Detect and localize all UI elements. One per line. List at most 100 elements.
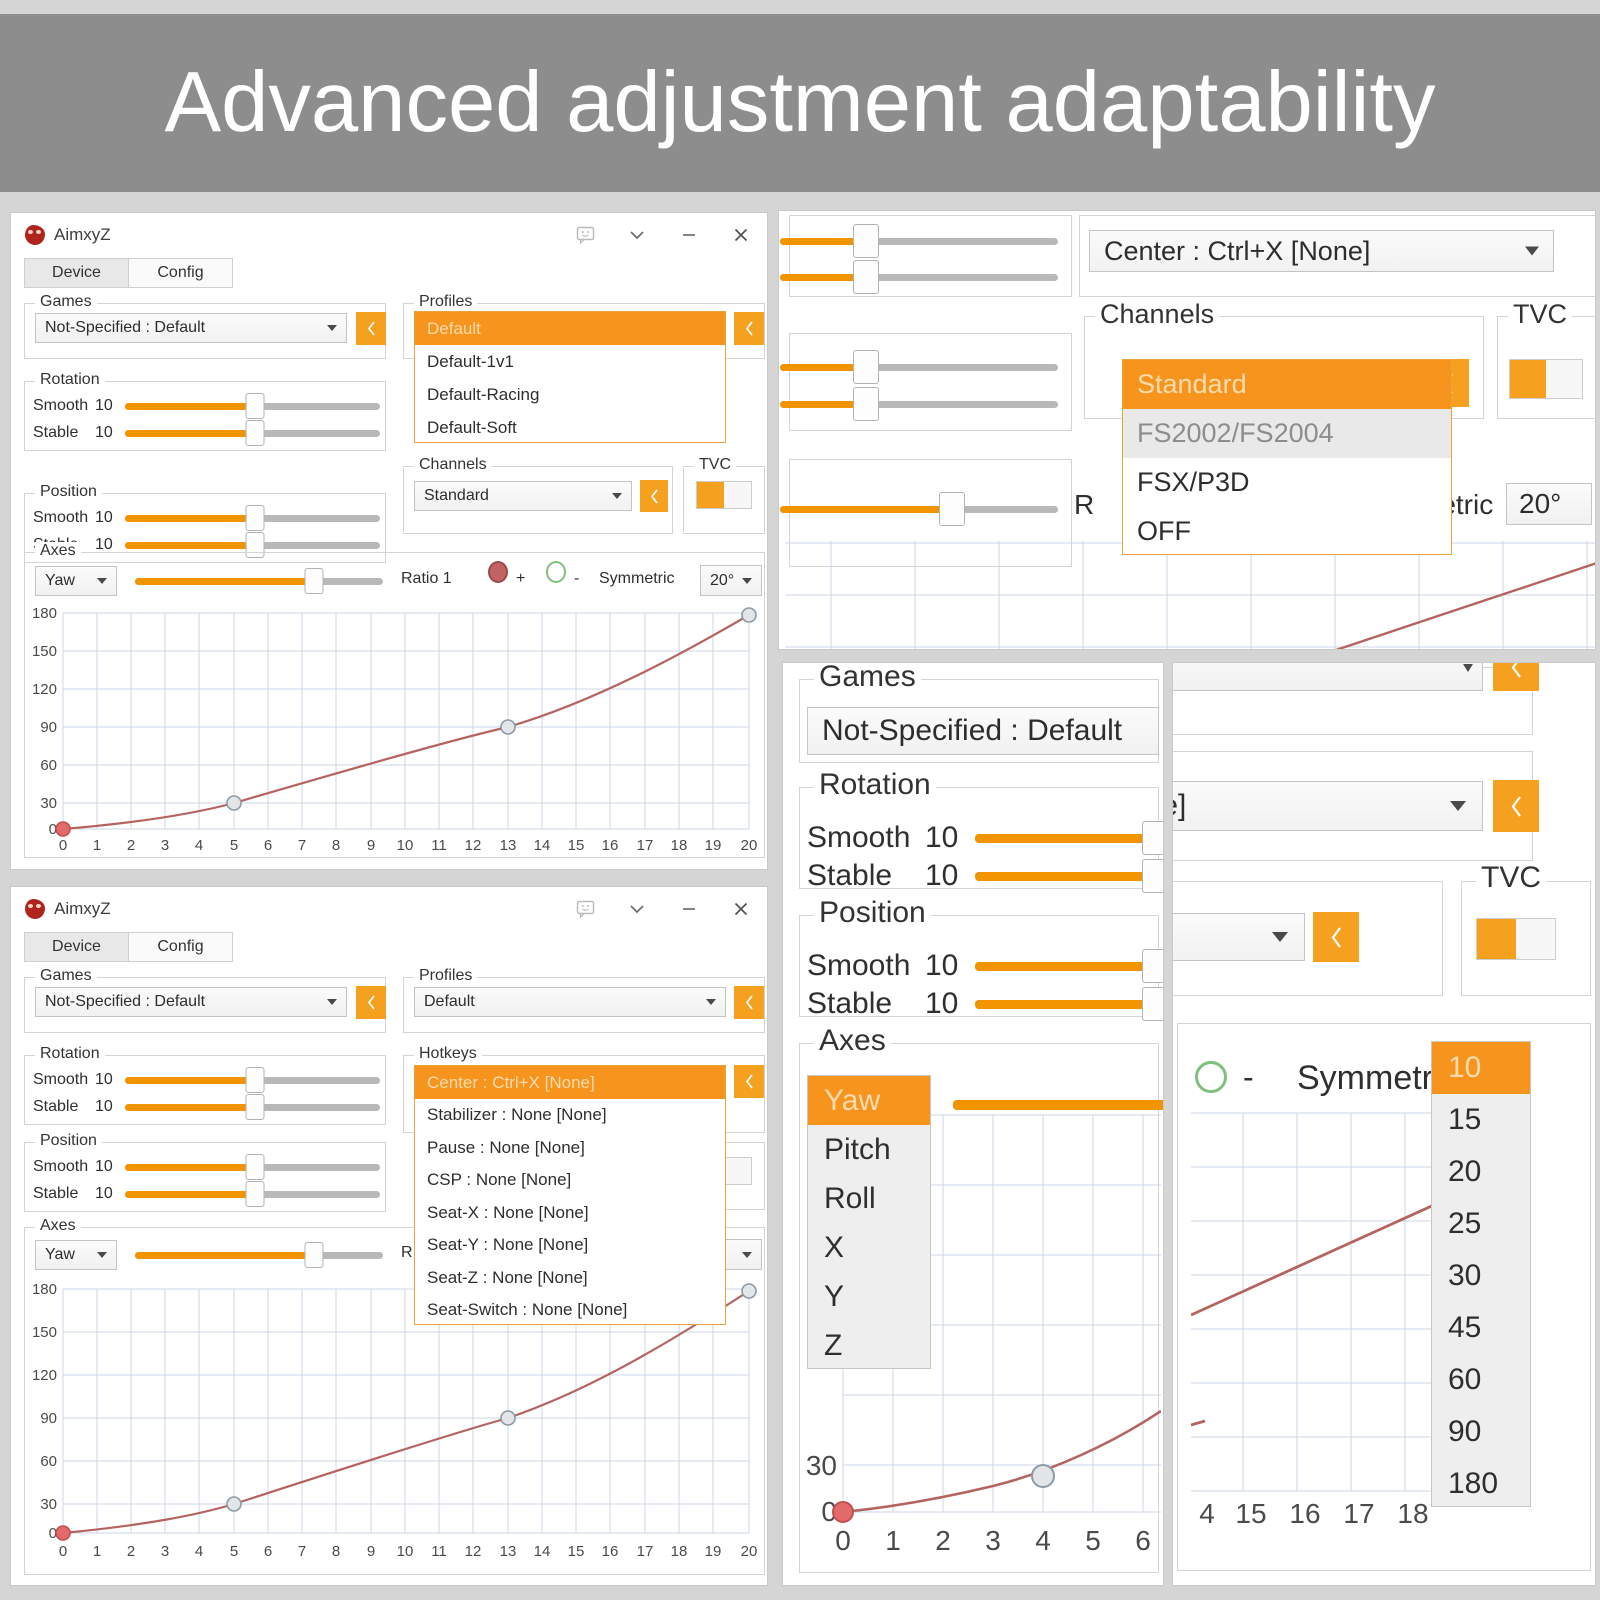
chevron-down-icon[interactable] bbox=[611, 214, 663, 256]
degree-combo[interactable]: 20° bbox=[700, 565, 762, 596]
axes-option[interactable]: Roll bbox=[808, 1174, 930, 1223]
close-icon[interactable] bbox=[715, 888, 767, 930]
hotkeys-option[interactable]: Seat-Switch : None [None] bbox=[415, 1294, 725, 1326]
axes-ratio-slider[interactable] bbox=[135, 568, 383, 594]
rotation-smooth-slider[interactable] bbox=[125, 393, 380, 419]
games-combo[interactable]: Not-Specified : Default bbox=[35, 313, 347, 343]
zoom2-rotation-stable-slider[interactable] bbox=[975, 859, 1163, 893]
channels-option[interactable]: Standard bbox=[1123, 360, 1451, 409]
hotkeys-option[interactable]: Pause : None [None] bbox=[415, 1131, 725, 1164]
tab-config[interactable]: Config bbox=[128, 932, 233, 962]
hotkeys-option[interactable]: Stabilizer : None [None] bbox=[415, 1099, 725, 1131]
zoom3-top-combo[interactable] bbox=[1173, 663, 1483, 691]
minimize-icon[interactable] bbox=[663, 214, 715, 256]
minus-ring-icon[interactable] bbox=[546, 561, 566, 583]
rotation-smooth-slider[interactable] bbox=[125, 1067, 380, 1093]
zoom3-top-prev-button[interactable] bbox=[1493, 663, 1539, 691]
zoom3-minus-ring-icon[interactable] bbox=[1195, 1061, 1227, 1093]
channels-option[interactable]: OFF bbox=[1123, 507, 1451, 556]
chevron-down-icon[interactable] bbox=[611, 888, 663, 930]
axes-ratio-slider[interactable] bbox=[135, 1242, 383, 1268]
axes-option[interactable]: Pitch bbox=[808, 1125, 930, 1174]
zoom2-position-stable-slider[interactable] bbox=[975, 987, 1163, 1021]
hotkeys-option[interactable]: Seat-Z : None [None] bbox=[415, 1261, 725, 1294]
zoom-rotation-stable-slider[interactable] bbox=[780, 260, 1058, 294]
svg-text:14: 14 bbox=[534, 1543, 551, 1560]
degree-dropdown-list[interactable]: 10 15 20 25 30 45 60 90 180 bbox=[1431, 1041, 1531, 1507]
feedback-icon[interactable] bbox=[559, 888, 611, 930]
zoom-tvc-toggle[interactable] bbox=[1509, 359, 1583, 399]
position-smooth-slider[interactable] bbox=[125, 505, 380, 531]
profiles-dropdown-list[interactable]: Default Default-1v1 Default-Racing Defau… bbox=[414, 311, 726, 443]
games-combo[interactable]: Not-Specified : Default bbox=[35, 987, 347, 1017]
zoom2-games-combo[interactable]: Not-Specified : Default bbox=[807, 707, 1159, 755]
zoom2-position-smooth-label: Smooth bbox=[807, 949, 911, 982]
hotkeys-option[interactable]: Seat-X : None [None] bbox=[415, 1196, 725, 1229]
close-icon[interactable] bbox=[715, 214, 767, 256]
channels-option[interactable]: FS2002/FS2004 bbox=[1123, 409, 1451, 458]
app-title: AimxyZ bbox=[54, 899, 111, 918]
position-stable-slider[interactable] bbox=[125, 532, 380, 558]
feedback-icon[interactable] bbox=[559, 214, 611, 256]
position-stable-slider[interactable] bbox=[125, 1181, 380, 1207]
channels-option[interactable]: FSX/P3D bbox=[1123, 458, 1451, 507]
degree-option[interactable]: 30 bbox=[1432, 1250, 1530, 1302]
tvc-toggle[interactable] bbox=[696, 481, 752, 509]
zoom2-position-smooth-slider[interactable] bbox=[975, 949, 1163, 983]
degree-option[interactable]: 10 bbox=[1432, 1042, 1530, 1094]
plus-dot-icon[interactable] bbox=[488, 561, 508, 583]
hotkeys-option[interactable]: CSP : None [None] bbox=[415, 1164, 725, 1196]
degree-option[interactable]: 180 bbox=[1432, 1458, 1530, 1510]
zoom-hotkey-combo[interactable]: Center : Ctrl+X [None] bbox=[1089, 230, 1554, 272]
games-prev-button[interactable] bbox=[356, 312, 386, 345]
degree-option[interactable]: 45 bbox=[1432, 1302, 1530, 1354]
channels-combo[interactable]: Standard bbox=[414, 481, 632, 511]
hotkeys-option[interactable]: Seat-Y : None [None] bbox=[415, 1229, 725, 1261]
zoom-position-stable-slider[interactable] bbox=[780, 387, 1058, 421]
zoom-channels-dropdown-list[interactable]: Standard FS2002/FS2004 FSX/P3D OFF bbox=[1122, 359, 1452, 555]
zoom3-channels-combo[interactable] bbox=[1173, 913, 1305, 961]
profiles-option[interactable]: Default bbox=[415, 312, 725, 345]
rotation-stable-slider[interactable] bbox=[125, 1094, 380, 1120]
zoom2-rotation-smooth-slider[interactable] bbox=[975, 821, 1163, 855]
axes-option[interactable]: Yaw bbox=[808, 1076, 930, 1125]
tab-device[interactable]: Device bbox=[24, 932, 129, 962]
rotation-stable-slider[interactable] bbox=[125, 420, 380, 446]
tab-device[interactable]: Device bbox=[24, 258, 129, 288]
axes-option[interactable]: Z bbox=[808, 1321, 930, 1370]
profiles-option[interactable]: Default-Soft bbox=[415, 411, 725, 444]
games-prev-button[interactable] bbox=[356, 986, 386, 1019]
hotkeys-option[interactable]: Center : Ctrl+X [None] bbox=[415, 1066, 725, 1099]
axes-option[interactable]: X bbox=[808, 1223, 930, 1272]
degree-option[interactable]: 15 bbox=[1432, 1094, 1530, 1146]
tab-config[interactable]: Config bbox=[128, 258, 233, 288]
zoom3-tvc-toggle[interactable] bbox=[1476, 918, 1556, 960]
zoom3-channels-prev-button[interactable] bbox=[1313, 912, 1359, 962]
zoom3-hotkey-prev-button[interactable] bbox=[1493, 780, 1539, 832]
zoom-degree-combo[interactable]: 20° bbox=[1506, 483, 1592, 525]
profiles-option[interactable]: Default-Racing bbox=[415, 378, 725, 411]
degree-option[interactable]: 90 bbox=[1432, 1406, 1530, 1458]
zoom-rotation-smooth-slider[interactable] bbox=[780, 224, 1058, 258]
position-smooth-value: 10 bbox=[95, 509, 113, 526]
hotkeys-prev-button[interactable] bbox=[734, 1065, 764, 1098]
degree-option[interactable]: 25 bbox=[1432, 1198, 1530, 1250]
axes-combo[interactable]: Yaw bbox=[35, 566, 117, 596]
svg-text:3: 3 bbox=[161, 1543, 169, 1560]
zoom3-hotkey-combo[interactable]: [None] bbox=[1173, 781, 1483, 831]
channels-prev-button[interactable] bbox=[640, 480, 668, 512]
profiles-combo[interactable]: Default bbox=[414, 987, 726, 1017]
minimize-icon[interactable] bbox=[663, 888, 715, 930]
axes-dropdown-list[interactable]: Yaw Pitch Roll X Y Z bbox=[807, 1075, 931, 1369]
zoom-position-smooth-slider[interactable] bbox=[780, 350, 1058, 384]
zoom-axes-ratio-slider[interactable] bbox=[780, 492, 1058, 526]
degree-option[interactable]: 20 bbox=[1432, 1146, 1530, 1198]
profiles-prev-button[interactable] bbox=[734, 986, 764, 1019]
position-smooth-slider[interactable] bbox=[125, 1154, 380, 1180]
profiles-option[interactable]: Default-1v1 bbox=[415, 345, 725, 378]
axes-combo[interactable]: Yaw bbox=[35, 1240, 117, 1270]
profiles-prev-button[interactable] bbox=[734, 312, 764, 345]
degree-option[interactable]: 60 bbox=[1432, 1354, 1530, 1406]
axes-option[interactable]: Y bbox=[808, 1272, 930, 1321]
hotkeys-dropdown-list[interactable]: Center : Ctrl+X [None] Stabilizer : None… bbox=[414, 1065, 726, 1325]
